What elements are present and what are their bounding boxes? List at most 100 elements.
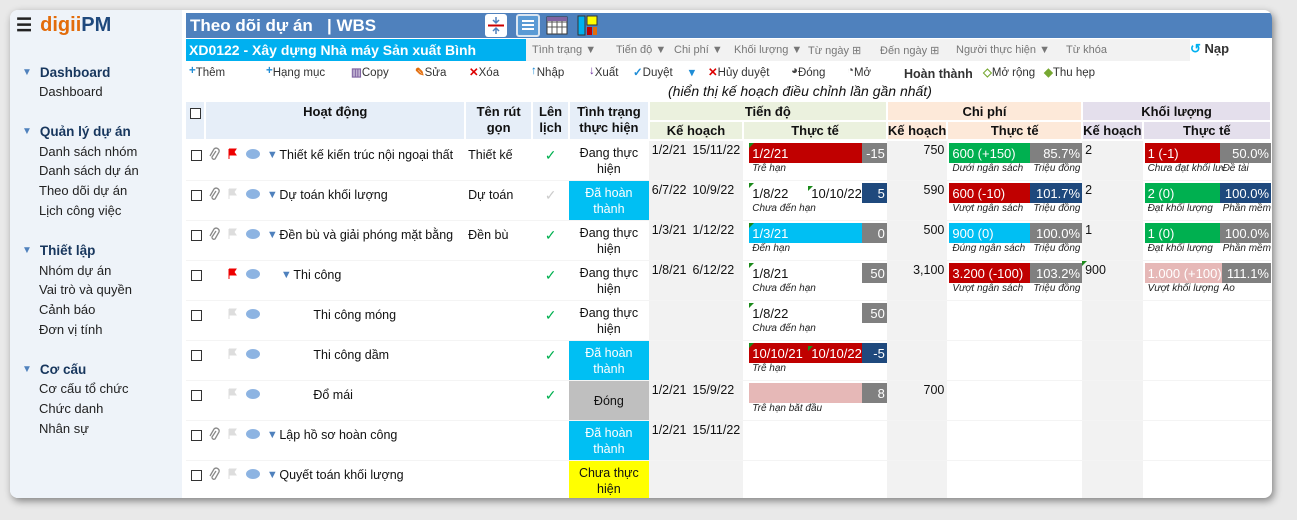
attachment-icon[interactable] [205, 146, 223, 164]
sidebar-item[interactable]: Lịch công việc [22, 201, 139, 221]
comment-icon[interactable] [241, 188, 265, 203]
filter-field[interactable]: Tình trạng ▼ [526, 44, 610, 56]
project-name[interactable]: XD0122 - Xây dựng Nhà máy Sản xuất Bình … [186, 39, 526, 74]
table-row[interactable]: ▼ Thi công ✓ Đang thực hiện 1/8/21 6/12/… [186, 260, 1271, 301]
flag-icon[interactable] [223, 308, 241, 322]
toolbar-button[interactable]: ▾ [689, 65, 695, 79]
flag-icon[interactable] [223, 468, 241, 482]
row-checkbox[interactable] [191, 470, 202, 481]
progress-actual-cell[interactable]: 1/2/21 -15 Trễ hạn [743, 140, 887, 181]
caret-down-icon[interactable]: ▼ [265, 229, 279, 241]
filter-field[interactable]: Từ khóa [1060, 44, 1140, 56]
toolbar-button[interactable]: ↓ Xuất [589, 65, 618, 79]
toolbar-button[interactable]: ◕ Đóng [791, 65, 825, 79]
flag-icon[interactable] [223, 188, 241, 202]
filter-field[interactable]: Tiến độ ▼ [610, 44, 668, 56]
status-cell[interactable]: Đã hoàn thành [569, 420, 649, 461]
sidebar-item[interactable]: Chức danh [22, 399, 128, 419]
row-checkbox[interactable] [191, 310, 202, 321]
table-row[interactable]: Thi công móng ✓ Đang thực hiện 1/8/22 50… [186, 300, 1271, 341]
sidebar-item[interactable]: Nhóm dự án [22, 261, 132, 281]
cost-actual-cell[interactable]: 600 (-10) 101.7% Vượt ngân sách Triệu đồn… [947, 180, 1083, 221]
activity-name[interactable]: Đổ mái [307, 388, 353, 402]
comment-icon[interactable] [241, 148, 265, 163]
progress-actual-cell[interactable]: 8 Trễ hạn bắt đầu [743, 380, 887, 421]
toolbar-button[interactable]: ✓ Duyệt [633, 65, 673, 79]
cost-actual-cell[interactable]: 900 (0) 100.0% Đúng ngân sách Triệu đồng [947, 220, 1083, 261]
filter-field[interactable]: Đến ngày ⊞ [874, 44, 950, 57]
caret-down-icon[interactable]: ▼ [265, 429, 279, 441]
sidebar-item[interactable]: Danh sách nhóm [22, 142, 139, 162]
attachment-icon[interactable] [205, 426, 223, 444]
sidebar-item[interactable]: Danh sách dự án [22, 161, 139, 181]
volume-actual-cell[interactable]: 2 (0) 100.0% Đạt khối lượng Phần mềm [1142, 180, 1271, 221]
comment-icon[interactable] [241, 468, 265, 483]
status-cell[interactable]: Đang thực hiện [569, 300, 649, 341]
attachment-icon[interactable] [205, 466, 223, 484]
row-checkbox[interactable] [191, 270, 202, 281]
status-cell[interactable]: Đóng [569, 380, 649, 421]
header-short-name[interactable]: Tên rút gọn [465, 102, 534, 141]
toolbar-button[interactable]: + Thêm [189, 65, 225, 79]
comment-icon[interactable] [241, 228, 265, 243]
caret-down-icon[interactable]: ▼ [265, 189, 279, 201]
select-all-checkbox[interactable] [189, 108, 201, 119]
sidebar-item[interactable]: Cảnh báo [22, 300, 132, 320]
activity-name[interactable]: Quyết toán khối lượng [279, 468, 403, 482]
activity-name[interactable]: Thi công dầm [307, 348, 389, 362]
flag-icon[interactable] [223, 428, 241, 442]
sidebar-item[interactable]: Theo dõi dự án [22, 181, 139, 201]
toolbar-button[interactable]: ◇ Mở rộng [983, 65, 1035, 79]
caret-down-icon[interactable]: ▼ [265, 149, 279, 161]
caret-down-icon[interactable]: ▼ [279, 269, 293, 281]
row-checkbox[interactable] [191, 230, 202, 241]
toolbar-button[interactable]: ▥ Copy [351, 65, 389, 79]
sidebar-group-header[interactable]: ▼ Thiết lập [22, 241, 132, 261]
activity-name[interactable]: Đền bù và giải phóng mặt bằng [279, 228, 453, 242]
filter-field[interactable]: Khối lượng ▼ [728, 44, 802, 56]
table-row[interactable]: ▼ Dự toán khối lượng Dự toán ✓ Đã hoàn t… [186, 180, 1271, 221]
toolbar-button[interactable]: ✕ Hủy duyệt [708, 65, 769, 79]
caret-down-icon[interactable]: ▼ [265, 469, 279, 481]
status-cell[interactable]: Chưa thực hiện [569, 460, 649, 498]
filter-field[interactable]: Chi phí ▼ [668, 44, 728, 56]
sidebar-item[interactable]: Dashboard [22, 82, 110, 102]
toolbar-button[interactable]: ◆ Thu hẹp [1044, 65, 1095, 79]
sidebar-group-header[interactable]: ▼ Cơ cấu [22, 359, 128, 379]
row-checkbox[interactable] [191, 190, 202, 201]
flag-icon[interactable] [223, 388, 241, 402]
row-checkbox[interactable] [191, 390, 202, 401]
status-cell[interactable]: Đã hoàn thành [569, 340, 649, 381]
attachment-icon[interactable] [205, 186, 223, 204]
volume-actual-cell[interactable]: 1.000 (+100) 111.1% Vượt khối lượng Ảo [1142, 260, 1271, 301]
attachment-icon[interactable] [205, 226, 223, 244]
volume-actual-cell[interactable]: 1 (-1) 50.0% Chưa đạt khối lượngĐề tài [1142, 140, 1271, 181]
flag-icon[interactable] [223, 228, 241, 242]
comment-icon[interactable] [241, 348, 265, 363]
table-row[interactable]: ▼ Đền bù và giải phóng mặt bằng Đền bù ✓… [186, 220, 1271, 261]
reload-button[interactable]: ↺ Nạp [1190, 41, 1229, 57]
flag-icon[interactable] [223, 348, 241, 362]
header-activity[interactable]: Hoạt động [205, 102, 467, 141]
progress-actual-cell[interactable]: 1/8/22 50 Chưa đến hạn [743, 300, 887, 341]
sidebar-item[interactable]: Cơ cấu tổ chức [22, 379, 128, 399]
table-row[interactable]: Thi công dầm ✓ Đã hoàn thành 10/10/21 10/… [186, 340, 1271, 381]
activity-name[interactable]: Thi công móng [307, 308, 396, 322]
sidebar-item[interactable]: Đơn vị tính [22, 320, 132, 340]
header-scheduled[interactable]: Lên lịch [532, 102, 570, 141]
progress-actual-cell[interactable]: 1/8/22 10/10/22 5 Chưa đến hạn [743, 180, 887, 221]
activity-name[interactable]: Thi công [293, 268, 341, 282]
toolbar-button[interactable]: ✕ Xóa [469, 65, 499, 79]
sidebar-item[interactable]: Vai trò và quyền [22, 280, 132, 300]
table-row[interactable]: ▼ Thiết kế kiến trúc nội ngoại thất Thiế… [186, 140, 1271, 181]
row-checkbox[interactable] [191, 150, 202, 161]
table-row[interactable]: ▼ Quyết toán khối lượng Chưa thực hiện [186, 460, 1271, 498]
comment-icon[interactable] [241, 268, 265, 283]
table-row[interactable]: Đổ mái ✓ Đóng 1/2/21 15/9/22 8 Trễ hạn b… [186, 380, 1271, 421]
status-cell[interactable]: Đang thực hiện [569, 220, 649, 261]
grid-view-icon[interactable] [545, 14, 569, 37]
row-checkbox[interactable] [191, 430, 202, 441]
comment-icon[interactable] [241, 308, 265, 323]
sidebar-group-header[interactable]: ▼ Quản lý dự án [22, 122, 139, 142]
table-row[interactable]: ▼ Lập hồ sơ hoàn công Đã hoàn thành 1/2/… [186, 420, 1271, 461]
